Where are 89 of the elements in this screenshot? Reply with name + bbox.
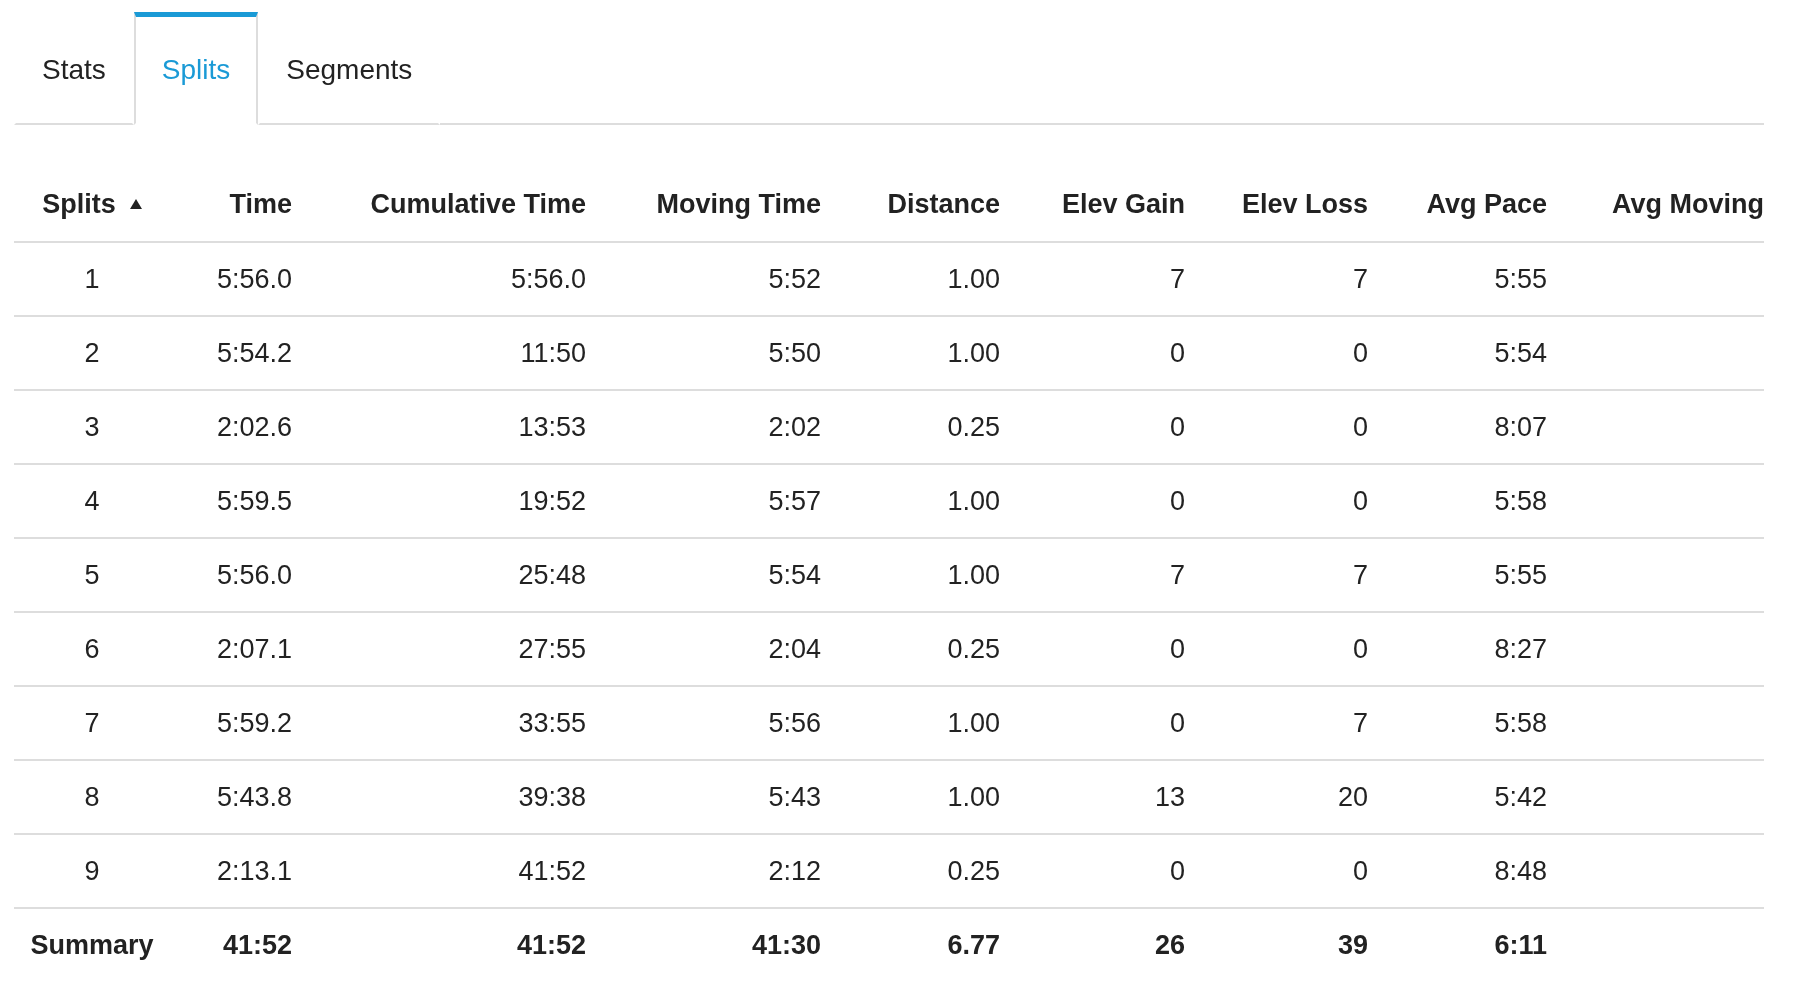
table-cell: 5:55 — [1494, 559, 1547, 591]
table-cell: 5:58 — [1494, 485, 1547, 517]
table-cell: 2:13.1 — [216, 855, 292, 887]
table-cell: 11:50 — [520, 337, 586, 369]
summary-cell: 6.77 — [947, 929, 1000, 961]
summary-cell: Summary — [30, 929, 154, 961]
column-header[interactable]: Elev Loss — [1241, 188, 1368, 220]
table-cell: 2 — [84, 337, 100, 369]
table-cell: 5:54.2 — [216, 337, 292, 369]
table-cell: 8:27 — [1494, 633, 1547, 665]
table-cell: 20 — [1337, 781, 1368, 813]
table-cell: 1 — [84, 263, 100, 295]
table-cell: 0 — [1169, 411, 1185, 443]
table-cell: 7 — [1169, 263, 1185, 295]
column-header[interactable]: Splits — [42, 188, 142, 220]
summary-cell: 39 — [1337, 929, 1368, 961]
table-cell: 5:57 — [768, 485, 821, 517]
column-header[interactable]: Avg Pace — [1426, 188, 1547, 220]
table-cell: 1.00 — [947, 263, 1000, 295]
table-cell: 1.00 — [947, 485, 1000, 517]
table-cell: 9 — [84, 855, 100, 887]
table-cell: 5:56.0 — [216, 559, 292, 591]
table-cell: 0 — [1169, 485, 1185, 517]
table-cell: 0 — [1169, 855, 1185, 887]
table-cell: 5:58 — [1494, 707, 1547, 739]
table-cell: 39:38 — [518, 781, 586, 813]
table-cell: 5:56.0 — [510, 263, 586, 295]
table-cell: 2:04 — [768, 633, 821, 665]
summary-cell: 41:52 — [222, 929, 292, 961]
table-cell: 8 — [84, 781, 100, 813]
table-cell: 13 — [1154, 781, 1185, 813]
table-cell: 0 — [1352, 411, 1368, 443]
table-cell: 1.00 — [947, 559, 1000, 591]
table-cell: 5 — [84, 559, 100, 591]
table-cell: 0 — [1352, 633, 1368, 665]
column-header[interactable]: Elev Gain — [1061, 188, 1185, 220]
column-header[interactable]: Distance — [887, 188, 1000, 220]
table-cell: 0 — [1352, 855, 1368, 887]
table-cell: 41:52 — [518, 855, 586, 887]
table-cell: 5:56 — [768, 707, 821, 739]
column-header[interactable]: Cumulative Time — [370, 188, 586, 220]
table-cell: 3 — [84, 411, 100, 443]
table-cell: 8:48 — [1494, 855, 1547, 887]
table-cell: 2:02.6 — [216, 411, 292, 443]
table-cell: 2:02 — [768, 411, 821, 443]
table-cell: 1.00 — [947, 781, 1000, 813]
table-cell: 2:07.1 — [216, 633, 292, 665]
table-cell: 5:52 — [768, 263, 821, 295]
table-cell: 0 — [1169, 707, 1185, 739]
summary-cell: 41:30 — [751, 929, 821, 961]
summary-cell: 41:52 — [516, 929, 586, 961]
table-cell: 7 — [1169, 559, 1185, 591]
table-cell: 5:54 — [1494, 337, 1547, 369]
table-cell: 5:50 — [768, 337, 821, 369]
table-cell: 6 — [84, 633, 100, 665]
table-cell: 1.00 — [947, 707, 1000, 739]
table-cell: 0.25 — [947, 855, 1000, 887]
table-cell: 4 — [84, 485, 100, 517]
table-cell: 19:52 — [518, 485, 586, 517]
table-cell: 5:43.8 — [216, 781, 292, 813]
table-cell: 7 — [1352, 707, 1368, 739]
table-cell: 2:12 — [768, 855, 821, 887]
column-header[interactable]: Time — [229, 188, 292, 220]
table-cell: 0 — [1352, 337, 1368, 369]
table-cell: 7 — [84, 707, 100, 739]
column-header[interactable]: Avg Moving — [1612, 188, 1764, 220]
table-cell: 5:59.2 — [216, 707, 292, 739]
column-header[interactable]: Moving Time — [656, 188, 821, 220]
table-cell: 5:55 — [1494, 263, 1547, 295]
table-cell: 5:54 — [768, 559, 821, 591]
table-cell: 0.25 — [947, 633, 1000, 665]
table-cell: 0.25 — [947, 411, 1000, 443]
table-cell: 8:07 — [1494, 411, 1547, 443]
table-cell: 7 — [1352, 263, 1368, 295]
table-cell: 0 — [1169, 337, 1185, 369]
table-cell: 0 — [1352, 485, 1368, 517]
table-cell: 7 — [1352, 559, 1368, 591]
table-cell: 5:42 — [1494, 781, 1547, 813]
table-cell: 5:59.5 — [216, 485, 292, 517]
table-cell: 5:43 — [768, 781, 821, 813]
summary-cell: 26 — [1154, 929, 1185, 961]
table-cell: 1.00 — [947, 337, 1000, 369]
table-cell: 33:55 — [518, 707, 586, 739]
table-cell: 13:53 — [518, 411, 586, 443]
table-cell: 27:55 — [518, 633, 586, 665]
summary-cell: 6:11 — [1494, 929, 1547, 961]
table-cell: 25:48 — [518, 559, 586, 591]
table-cell: 0 — [1169, 633, 1185, 665]
table-cell: 5:56.0 — [216, 263, 292, 295]
